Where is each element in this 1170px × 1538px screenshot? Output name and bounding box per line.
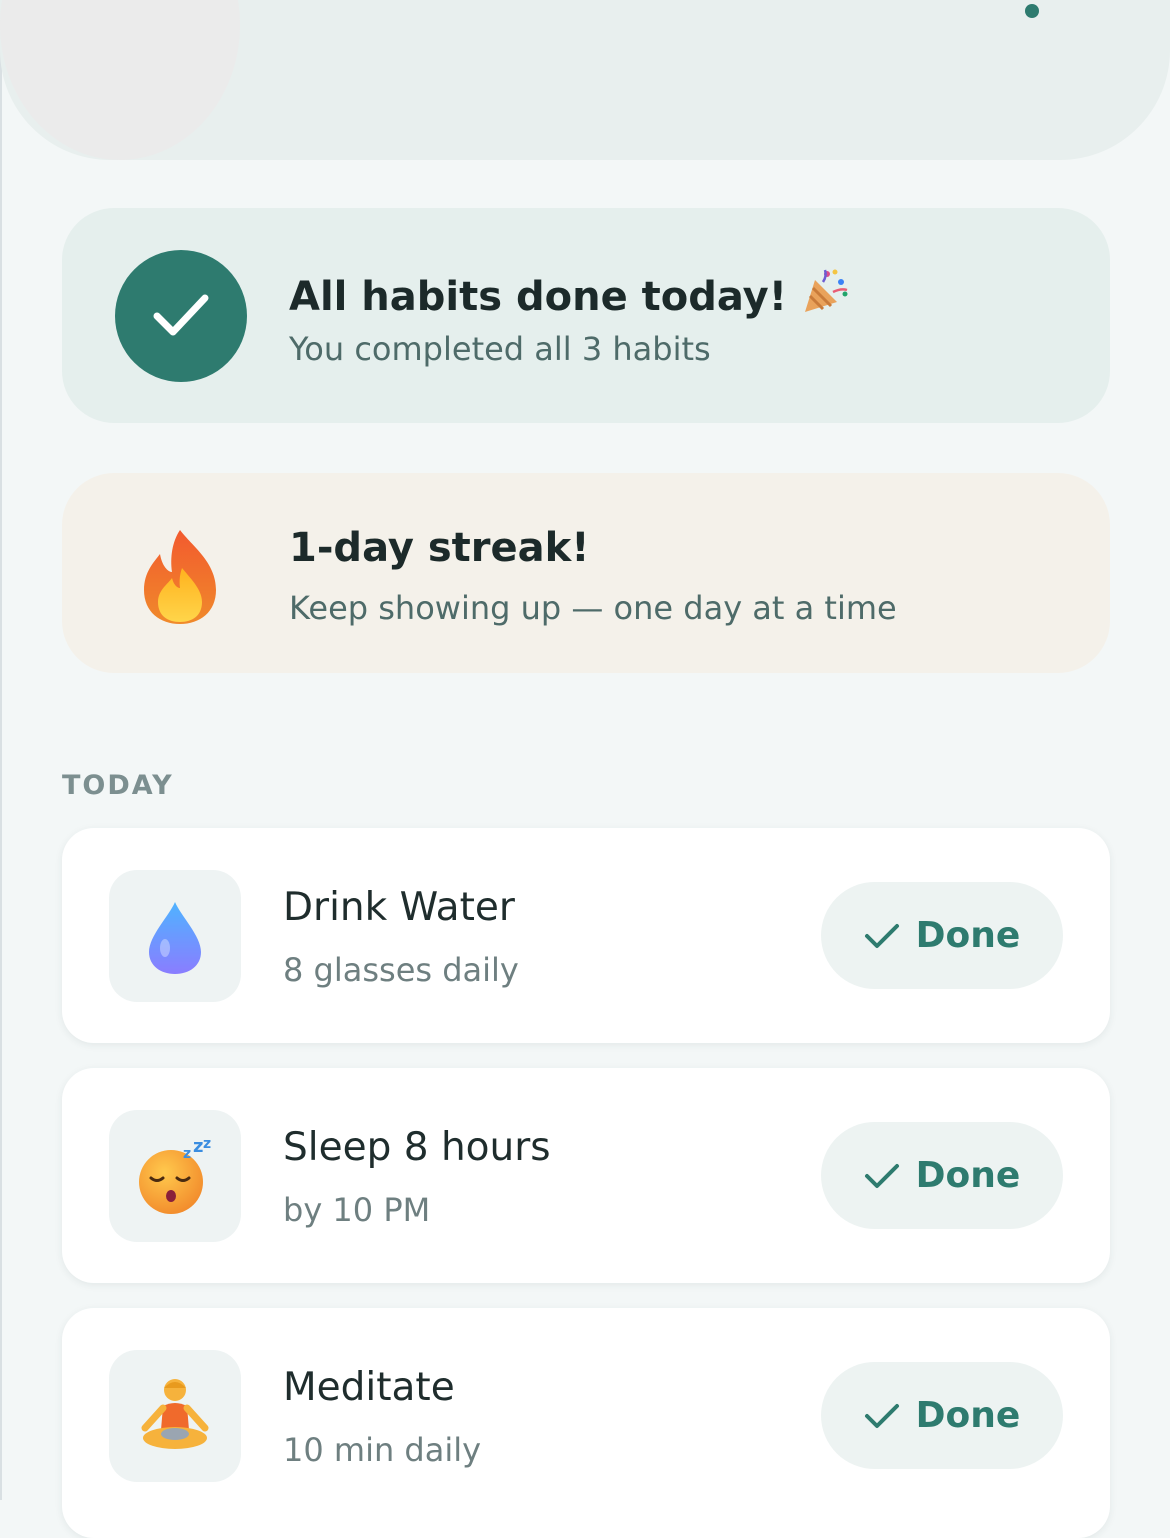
header-decoration [0, 0, 240, 160]
checkmark-icon [864, 923, 899, 948]
done-label: Done [915, 1395, 1021, 1436]
done-button[interactable]: Done [821, 1362, 1063, 1469]
habit-card-sleep[interactable]: z z z Sleep 8 hours by 10 PM Done [62, 1068, 1110, 1283]
completion-title: All habits done today! [289, 268, 849, 320]
fire-icon [144, 530, 216, 624]
streak-subtitle: Keep showing up — one day at a time [289, 589, 897, 627]
svg-text:z: z [193, 1136, 203, 1157]
water-drop-icon [109, 870, 241, 1002]
meditation-icon [109, 1350, 241, 1482]
streak-banner: 1-day streak! Keep showing up — one day … [62, 473, 1110, 673]
done-button[interactable]: Done [821, 882, 1063, 989]
habit-detail: 8 glasses daily [283, 951, 519, 989]
checkmark-icon [864, 1403, 899, 1428]
completion-subtitle: You completed all 3 habits [289, 330, 711, 368]
checkmark-icon [864, 1163, 899, 1188]
party-popper-icon [801, 268, 849, 316]
habit-name: Drink Water [283, 885, 515, 930]
header [0, 0, 1170, 160]
streak-title: 1-day streak! [289, 525, 590, 571]
section-label-today: TODAY [62, 770, 174, 801]
habit-detail: by 10 PM [283, 1191, 431, 1229]
sleeping-face-icon: z z z [109, 1110, 241, 1242]
done-label: Done [915, 915, 1021, 956]
done-button[interactable]: Done [821, 1122, 1063, 1229]
left-divider [0, 0, 2, 1500]
habit-detail: 10 min daily [283, 1431, 482, 1469]
completion-banner: All habits done today! You completed all… [62, 208, 1110, 423]
svg-text:z: z [183, 1146, 191, 1162]
habit-card-meditate[interactable]: Meditate 10 min daily Done [62, 1308, 1110, 1538]
check-circle-icon [115, 250, 247, 382]
habit-name: Meditate [283, 1365, 455, 1410]
habit-card-drink-water[interactable]: Drink Water 8 glasses daily Done [62, 828, 1110, 1043]
notification-dot [1025, 4, 1039, 18]
habit-name: Sleep 8 hours [283, 1125, 551, 1170]
svg-text:z: z [203, 1136, 211, 1152]
done-label: Done [915, 1155, 1021, 1196]
